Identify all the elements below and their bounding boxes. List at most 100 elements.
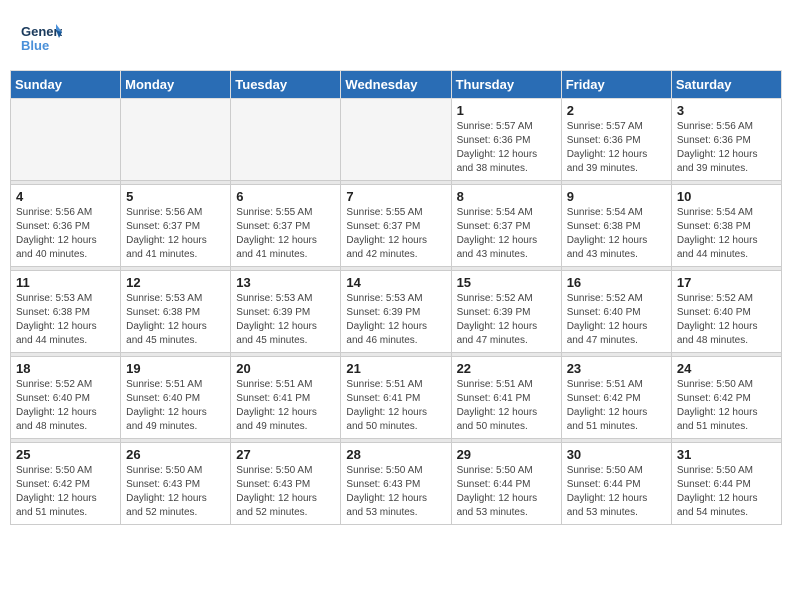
day-number: 18: [16, 361, 115, 376]
day-info: Sunrise: 5:51 AM Sunset: 6:42 PM Dayligh…: [567, 378, 666, 434]
day-number: 2: [567, 103, 666, 118]
day-cell: 6 Sunrise: 5:55 AM Sunset: 6:37 PM Daylig…: [231, 185, 341, 267]
day-cell: 2Sunrise: 5:57 AM Sunset: 6:36 PM Daylig…: [561, 99, 671, 181]
day-info: Sunrise: 5:53 AM Sunset: 6:39 PM Dayligh…: [346, 292, 445, 348]
day-number: 21: [346, 361, 445, 376]
day-cell: 23Sunrise: 5:51 AM Sunset: 6:42 PM Dayli…: [561, 357, 671, 439]
day-cell: 8 Sunrise: 5:54 AM Sunset: 6:37 PM Daylig…: [451, 185, 561, 267]
day-cell: 28 Sunrise: 5:50 AM Sunset: 6:43 PM Dayli…: [341, 443, 451, 525]
day-info: Sunrise: 5:52 AM Sunset: 6:40 PM Dayligh…: [16, 378, 115, 434]
day-number: 9: [567, 189, 666, 204]
day-info: Sunrise: 5:50 AM Sunset: 6:42 PM Dayligh…: [16, 464, 115, 520]
day-info: Sunrise: 5:57 AM Sunset: 6:36 PM Dayligh…: [457, 120, 556, 176]
day-number: 26: [126, 447, 225, 462]
day-number: 8: [457, 189, 556, 204]
day-cell: 4 Sunrise: 5:56 AM Sunset: 6:36 PM Daylig…: [11, 185, 121, 267]
day-number: 3: [677, 103, 776, 118]
day-cell: 10 Sunrise: 5:54 AM Sunset: 6:38 PM Dayli…: [671, 185, 781, 267]
day-info: Sunrise: 5:54 AM Sunset: 6:38 PM Dayligh…: [567, 206, 666, 262]
day-info: Sunrise: 5:50 AM Sunset: 6:42 PM Dayligh…: [677, 378, 776, 434]
day-cell: 17 Sunrise: 5:52 AM Sunset: 6:40 PM Dayli…: [671, 271, 781, 353]
calendar-table: SundayMondayTuesdayWednesdayThursdayFrid…: [10, 70, 782, 525]
day-info: Sunrise: 5:52 AM Sunset: 6:39 PM Dayligh…: [457, 292, 556, 348]
day-number: 29: [457, 447, 556, 462]
day-info: Sunrise: 5:55 AM Sunset: 6:37 PM Dayligh…: [346, 206, 445, 262]
day-cell: 18 Sunrise: 5:52 AM Sunset: 6:40 PM Dayli…: [11, 357, 121, 439]
day-cell: 27 Sunrise: 5:50 AM Sunset: 6:43 PM Dayli…: [231, 443, 341, 525]
day-number: 12: [126, 275, 225, 290]
weekday-header-thursday: Thursday: [451, 71, 561, 99]
day-number: 14: [346, 275, 445, 290]
day-cell: [341, 99, 451, 181]
day-info: Sunrise: 5:54 AM Sunset: 6:38 PM Dayligh…: [677, 206, 776, 262]
weekday-header-saturday: Saturday: [671, 71, 781, 99]
day-info: Sunrise: 5:56 AM Sunset: 6:36 PM Dayligh…: [16, 206, 115, 262]
day-cell: 9 Sunrise: 5:54 AM Sunset: 6:38 PM Daylig…: [561, 185, 671, 267]
weekday-header-sunday: Sunday: [11, 71, 121, 99]
day-info: Sunrise: 5:51 AM Sunset: 6:40 PM Dayligh…: [126, 378, 225, 434]
day-info: Sunrise: 5:52 AM Sunset: 6:40 PM Dayligh…: [677, 292, 776, 348]
day-number: 5: [126, 189, 225, 204]
day-info: Sunrise: 5:56 AM Sunset: 6:36 PM Dayligh…: [677, 120, 776, 176]
day-number: 13: [236, 275, 335, 290]
day-info: Sunrise: 5:51 AM Sunset: 6:41 PM Dayligh…: [346, 378, 445, 434]
day-number: 31: [677, 447, 776, 462]
day-info: Sunrise: 5:50 AM Sunset: 6:43 PM Dayligh…: [236, 464, 335, 520]
day-info: Sunrise: 5:56 AM Sunset: 6:37 PM Dayligh…: [126, 206, 225, 262]
day-cell: [11, 99, 121, 181]
day-cell: 26 Sunrise: 5:50 AM Sunset: 6:43 PM Dayli…: [121, 443, 231, 525]
day-info: Sunrise: 5:51 AM Sunset: 6:41 PM Dayligh…: [457, 378, 556, 434]
header: General Blue: [10, 10, 782, 64]
day-cell: [121, 99, 231, 181]
day-number: 4: [16, 189, 115, 204]
day-cell: 29 Sunrise: 5:50 AM Sunset: 6:44 PM Dayli…: [451, 443, 561, 525]
day-number: 17: [677, 275, 776, 290]
day-number: 10: [677, 189, 776, 204]
day-info: Sunrise: 5:51 AM Sunset: 6:41 PM Dayligh…: [236, 378, 335, 434]
day-info: Sunrise: 5:53 AM Sunset: 6:39 PM Dayligh…: [236, 292, 335, 348]
day-number: 30: [567, 447, 666, 462]
day-info: Sunrise: 5:52 AM Sunset: 6:40 PM Dayligh…: [567, 292, 666, 348]
day-cell: 24 Sunrise: 5:50 AM Sunset: 6:42 PM Dayli…: [671, 357, 781, 439]
day-info: Sunrise: 5:50 AM Sunset: 6:43 PM Dayligh…: [126, 464, 225, 520]
day-info: Sunrise: 5:50 AM Sunset: 6:44 PM Dayligh…: [677, 464, 776, 520]
day-cell: 13 Sunrise: 5:53 AM Sunset: 6:39 PM Dayli…: [231, 271, 341, 353]
day-number: 27: [236, 447, 335, 462]
day-cell: 14 Sunrise: 5:53 AM Sunset: 6:39 PM Dayli…: [341, 271, 451, 353]
day-info: Sunrise: 5:50 AM Sunset: 6:44 PM Dayligh…: [567, 464, 666, 520]
week-row-1: 1 Sunrise: 5:57 AM Sunset: 6:36 PM Daylig…: [11, 99, 782, 181]
day-number: 28: [346, 447, 445, 462]
week-row-2: 4 Sunrise: 5:56 AM Sunset: 6:36 PM Daylig…: [11, 185, 782, 267]
day-cell: 21 Sunrise: 5:51 AM Sunset: 6:41 PM Dayli…: [341, 357, 451, 439]
svg-text:Blue: Blue: [21, 38, 49, 53]
svg-text:General: General: [21, 24, 62, 39]
day-number: 19: [126, 361, 225, 376]
day-cell: 12 Sunrise: 5:53 AM Sunset: 6:38 PM Dayli…: [121, 271, 231, 353]
day-cell: 22 Sunrise: 5:51 AM Sunset: 6:41 PM Dayli…: [451, 357, 561, 439]
day-number: 24: [677, 361, 776, 376]
day-cell: 16 Sunrise: 5:52 AM Sunset: 6:40 PM Dayli…: [561, 271, 671, 353]
day-info: Sunrise: 5:54 AM Sunset: 6:37 PM Dayligh…: [457, 206, 556, 262]
day-cell: 15 Sunrise: 5:52 AM Sunset: 6:39 PM Dayli…: [451, 271, 561, 353]
day-info: Sunrise: 5:50 AM Sunset: 6:43 PM Dayligh…: [346, 464, 445, 520]
day-cell: 31 Sunrise: 5:50 AM Sunset: 6:44 PM Dayli…: [671, 443, 781, 525]
logo: General Blue: [20, 18, 62, 60]
day-cell: 30 Sunrise: 5:50 AM Sunset: 6:44 PM Dayli…: [561, 443, 671, 525]
day-info: Sunrise: 5:53 AM Sunset: 6:38 PM Dayligh…: [16, 292, 115, 348]
day-number: 22: [457, 361, 556, 376]
day-cell: [231, 99, 341, 181]
day-number: 6: [236, 189, 335, 204]
day-cell: 19 Sunrise: 5:51 AM Sunset: 6:40 PM Dayli…: [121, 357, 231, 439]
day-cell: 1 Sunrise: 5:57 AM Sunset: 6:36 PM Daylig…: [451, 99, 561, 181]
day-number: 16: [567, 275, 666, 290]
week-row-3: 11Sunrise: 5:53 AM Sunset: 6:38 PM Dayli…: [11, 271, 782, 353]
day-number: 1: [457, 103, 556, 118]
day-info: Sunrise: 5:55 AM Sunset: 6:37 PM Dayligh…: [236, 206, 335, 262]
day-number: 7: [346, 189, 445, 204]
day-cell: 7 Sunrise: 5:55 AM Sunset: 6:37 PM Daylig…: [341, 185, 451, 267]
day-number: 15: [457, 275, 556, 290]
day-info: Sunrise: 5:53 AM Sunset: 6:38 PM Dayligh…: [126, 292, 225, 348]
day-info: Sunrise: 5:50 AM Sunset: 6:44 PM Dayligh…: [457, 464, 556, 520]
day-number: 20: [236, 361, 335, 376]
weekday-header-wednesday: Wednesday: [341, 71, 451, 99]
